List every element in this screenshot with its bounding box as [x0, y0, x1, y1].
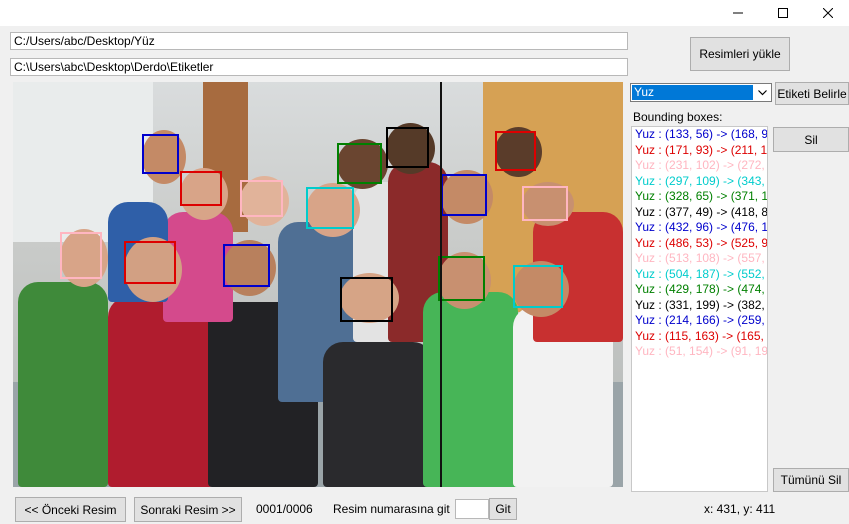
maximize-icon[interactable]: [760, 0, 806, 26]
bbox-list-item[interactable]: Yuz : (51, 154) -> (91, 199: [632, 344, 767, 360]
bbox[interactable]: [438, 256, 485, 301]
bbox[interactable]: [495, 131, 536, 171]
bbox[interactable]: [337, 143, 382, 184]
bbox-list-item[interactable]: Yuz : (429, 178) -> (474, 2: [632, 282, 767, 298]
bbox-list-item[interactable]: Yuz : (297, 109) -> (343, 1: [632, 174, 767, 190]
bbox-list-item[interactable]: Yuz : (513, 108) -> (557, 1: [632, 251, 767, 267]
delete-all-button[interactable]: Tümünü Sil: [773, 468, 849, 492]
bbox-list-item[interactable]: Yuz : (486, 53) -> (525, 91: [632, 236, 767, 252]
bbox-list-item[interactable]: Yuz : (328, 65) -> (371, 10: [632, 189, 767, 205]
bbox[interactable]: [522, 186, 568, 221]
bbox[interactable]: [340, 277, 393, 322]
bbox-list-item[interactable]: Yuz : (214, 166) -> (259, 2: [632, 313, 767, 329]
cursor-guide-line: [440, 82, 442, 487]
title-bar: [0, 0, 849, 26]
cursor-coordinates: x: 431, y: 411: [704, 502, 776, 516]
kid-clothing: [108, 297, 213, 487]
load-images-button[interactable]: Resimleri yükle: [690, 37, 790, 71]
next-image-button[interactable]: Sonraki Resim >>: [134, 497, 242, 522]
image-canvas[interactable]: [13, 82, 623, 487]
chevron-down-icon[interactable]: [754, 85, 770, 100]
bbox[interactable]: [142, 134, 179, 174]
bounding-boxes-title: Bounding boxes:: [633, 110, 723, 124]
minimize-icon[interactable]: [715, 0, 761, 26]
bbox-list-item[interactable]: Yuz : (115, 163) -> (165, 2: [632, 329, 767, 345]
bounding-box-list[interactable]: Yuz : (133, 56) -> (168, 94 Yuz : (171, 9…: [631, 126, 768, 492]
prev-image-button[interactable]: << Önceki Resim: [15, 497, 126, 522]
label-select-value: Yuz: [632, 85, 753, 100]
bbox[interactable]: [306, 187, 354, 229]
bbox-list-item[interactable]: Yuz : (432, 96) -> (476, 13: [632, 220, 767, 236]
close-icon[interactable]: [805, 0, 849, 26]
kid-clothing: [323, 342, 433, 487]
bbox-list-item[interactable]: Yuz : (171, 93) -> (211, 12: [632, 143, 767, 159]
label-folder-path[interactable]: C:\Users\abc\Desktop\Derdo\Etiketler: [10, 58, 628, 76]
bbox-list-item[interactable]: Yuz : (331, 199) -> (382, 2: [632, 298, 767, 314]
bbox-list-item[interactable]: Yuz : (504, 187) -> (552, 2: [632, 267, 767, 283]
bbox-list-item[interactable]: Yuz : (377, 49) -> (418, 88: [632, 205, 767, 221]
bbox[interactable]: [223, 244, 270, 287]
bbox-list-item[interactable]: Yuz : (133, 56) -> (168, 94: [632, 127, 767, 143]
set-label-button[interactable]: Etiketi Belirle: [775, 82, 849, 105]
label-select[interactable]: Yuz: [630, 83, 772, 102]
bbox-list-item[interactable]: Yuz : (231, 102) -> (272, 1: [632, 158, 767, 174]
bbox[interactable]: [441, 174, 487, 216]
bbox[interactable]: [124, 241, 176, 284]
bbox[interactable]: [513, 265, 563, 308]
kid-clothing: [423, 292, 518, 487]
bbox[interactable]: [240, 180, 283, 217]
go-button[interactable]: Git: [489, 498, 517, 520]
goto-input[interactable]: [455, 499, 489, 519]
bbox[interactable]: [386, 127, 429, 168]
image-folder-path[interactable]: C:/Users/abc/Desktop/Yüz: [10, 32, 628, 50]
bbox[interactable]: [60, 232, 102, 279]
image-counter: 0001/0006: [256, 502, 313, 516]
bbox[interactable]: [180, 171, 222, 206]
goto-label: Resim numarasına git: [333, 502, 450, 516]
kid-clothing: [18, 282, 108, 487]
delete-button[interactable]: Sil: [773, 127, 849, 152]
